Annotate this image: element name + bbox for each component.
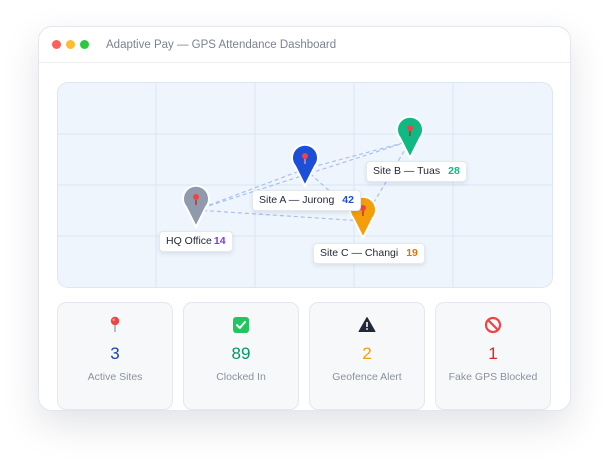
minimize-button[interactable] [66,40,75,49]
stat-label: Fake GPS Blocked [448,371,538,383]
stat-value: 2 [362,344,372,363]
warning-icon [310,316,424,334]
site-label-hq[interactable]: HQ Office 14 [159,231,233,252]
check-box-icon [184,316,298,334]
pin-tuas-icon[interactable] [396,115,424,161]
site-count: 14 [213,235,226,247]
stat-card-geofence-alert[interactable]: 2 Geofence Alert [309,302,425,410]
stats-row: 3 Active Sites 89 Clocked In 2 Geofence … [57,302,551,410]
site-label-changi[interactable]: Site C — Changi 19 [313,243,425,264]
pin-hq-icon[interactable] [182,184,210,230]
stat-card-fake-gps-blocked[interactable]: 1 Fake GPS Blocked [435,302,551,410]
map-canvas [58,83,552,287]
site-count: 42 [342,194,354,206]
site-count: 28 [448,165,460,177]
stat-value: 89 [231,344,251,363]
site-label-jurong[interactable]: Site A — Jurong 42 [252,190,361,211]
site-name: HQ Office [166,235,212,247]
dashboard-window: Adaptive Pay — GPS Attendance Dashboard [38,26,571,411]
stat-card-clocked-in[interactable]: 89 Clocked In [183,302,299,410]
maximize-button[interactable] [80,40,89,49]
site-map[interactable]: HQ Office 14 Site A — Jurong 42 Site B — T… [57,82,553,288]
pin-icon [58,316,172,334]
stat-value: 3 [110,344,120,363]
window-title: Adaptive Pay — GPS Attendance Dashboard [106,38,337,51]
stat-label: Active Sites [87,371,143,383]
site-name: Site B — Tuas [373,165,441,177]
title-bar: Adaptive Pay — GPS Attendance Dashboard [39,27,570,63]
blocked-icon [436,316,550,334]
stat-label: Clocked In [216,371,266,383]
pin-jurong-icon[interactable] [291,143,319,189]
stat-label: Geofence Alert [332,371,402,383]
site-name: Site A — Jurong [259,194,335,206]
site-count: 19 [406,247,418,259]
stat-value: 1 [488,344,498,363]
site-name: Site C — Changi [320,247,399,259]
site-label-tuas[interactable]: Site B — Tuas 28 [366,161,467,182]
close-button[interactable] [52,40,61,49]
stat-card-active-sites[interactable]: 3 Active Sites [57,302,173,410]
